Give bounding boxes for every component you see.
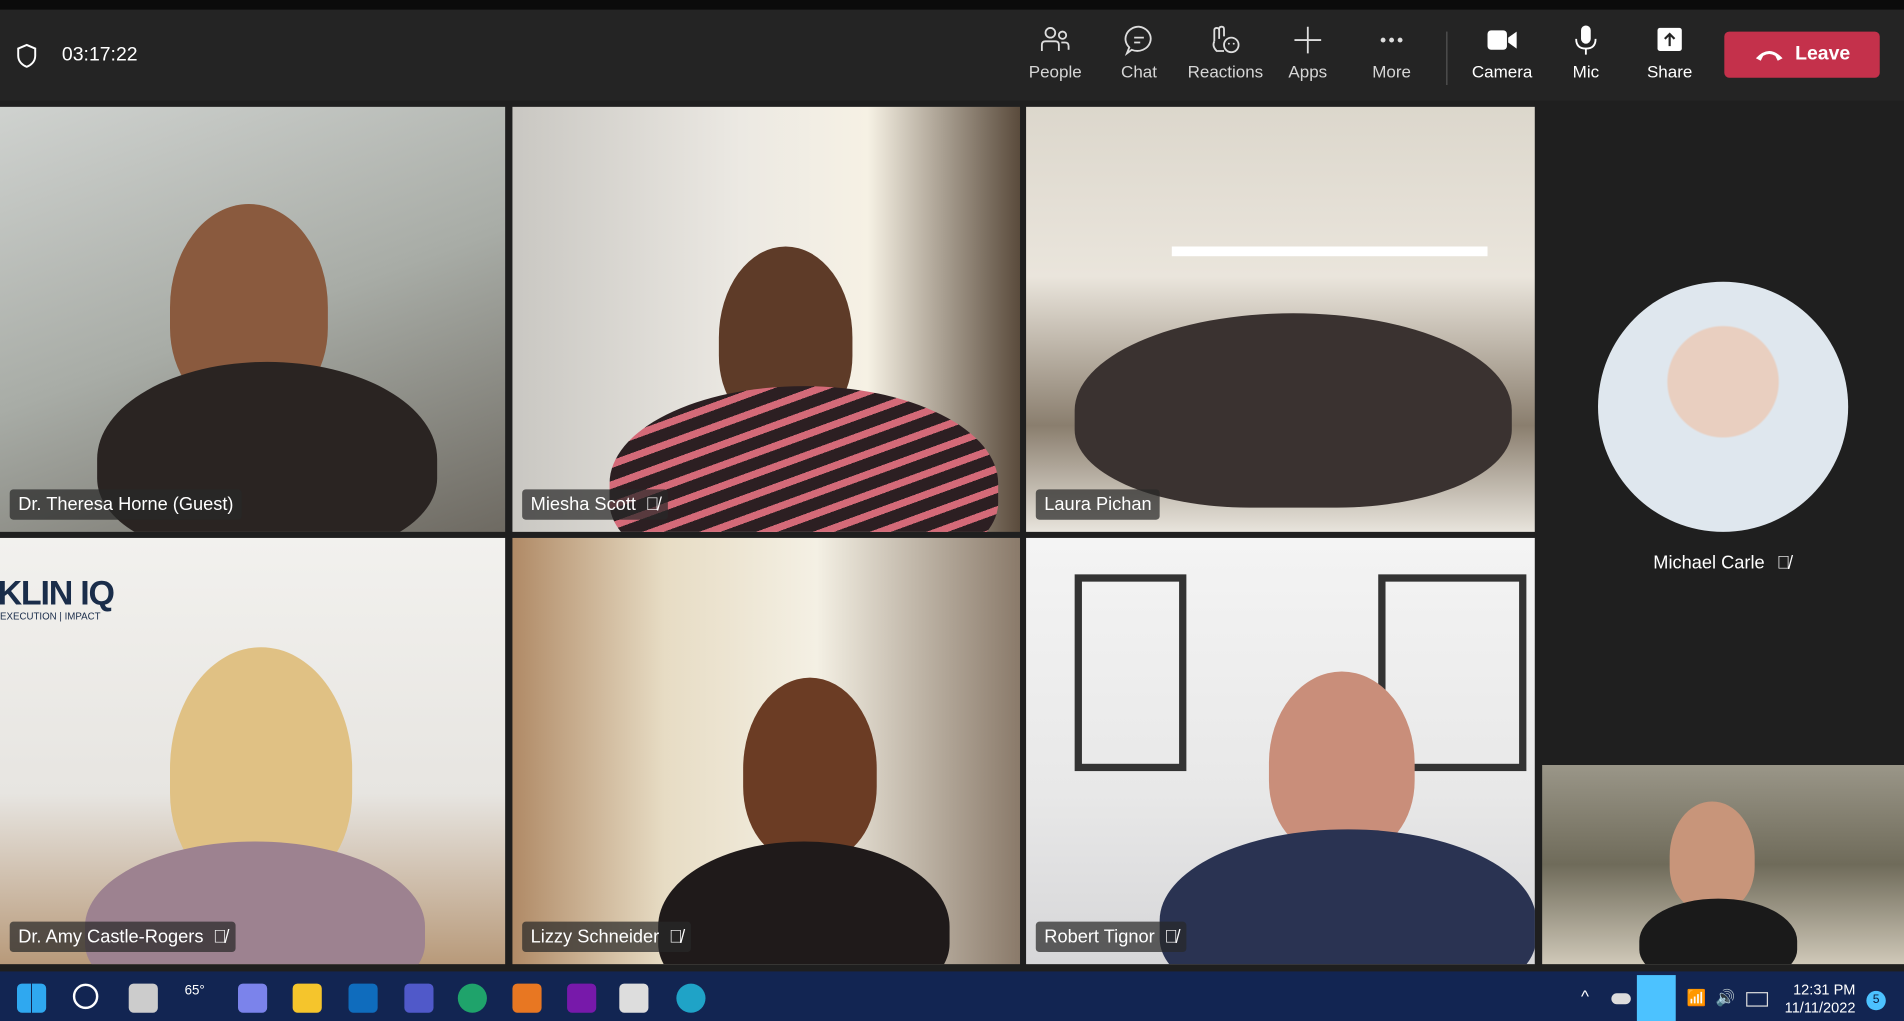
people-button[interactable]: People — [1019, 24, 1092, 81]
clock-date: 11/11/2022 — [1784, 999, 1856, 1017]
participant-name: Dr. Theresa Horne (Guest) — [18, 494, 234, 515]
leave-label: Leave — [1795, 43, 1851, 65]
notification-badge[interactable]: 5 — [1866, 990, 1886, 1011]
participant-name: Dr. Amy Castle-Rogers — [18, 926, 204, 948]
participant-name: Robert Tignor — [1044, 926, 1155, 948]
app-icon[interactable] — [512, 983, 542, 1013]
participant-name-label: Laura Pichan — [1035, 489, 1161, 520]
camera-button[interactable]: Camera — [1466, 24, 1539, 81]
share-icon — [1657, 27, 1682, 52]
participant-name-label: Lizzy Schneider 🎙̸ — [522, 921, 692, 953]
participant-video — [1268, 671, 1415, 854]
meeting-toolbar: 03:17:22 People Chat Reactions Apps More… — [0, 9, 1904, 101]
participant-name: Lizzy Schneider — [530, 926, 660, 948]
mic-button[interactable]: Mic — [1549, 24, 1622, 81]
participant-body — [1159, 829, 1535, 965]
video-tile[interactable]: Miesha Scott 🎙̸ — [512, 106, 1021, 532]
mic-off-icon: 🎙̸ — [668, 926, 683, 948]
ceiling-light — [1171, 246, 1488, 257]
participant-name: Miesha Scott — [530, 494, 636, 515]
share-label: Share — [1646, 61, 1693, 82]
volume-icon[interactable]: 🔊 — [1716, 988, 1736, 1007]
share-button[interactable]: Share — [1633, 24, 1706, 81]
background-logo: KLIN IQ — [0, 574, 115, 613]
mic-off-icon: 🎙̸ — [1164, 926, 1179, 948]
weather-icon[interactable]: 65° — [185, 984, 221, 1013]
video-tile[interactable]: Robert Tignor 🎙̸ — [1026, 537, 1535, 965]
participant-avatar[interactable] — [1598, 281, 1849, 532]
people-icon — [1040, 27, 1070, 52]
start-icon[interactable] — [17, 983, 47, 1013]
wifi-icon[interactable]: 📶 — [1687, 988, 1707, 1007]
chevron-up-icon[interactable]: ^ — [1581, 986, 1589, 1005]
camera-label: Camera — [1471, 61, 1533, 82]
mic-icon — [1575, 25, 1597, 55]
participant-name-label: Robert Tignor 🎙̸ — [1035, 921, 1187, 953]
participant-name: Laura Pichan — [1044, 494, 1152, 515]
plus-icon — [1294, 26, 1322, 54]
window — [1074, 574, 1187, 772]
apps-label: Apps — [1288, 61, 1328, 82]
participant-name-label: Miesha Scott 🎙̸ — [522, 489, 668, 520]
participant-name: Michael Carle — [1653, 552, 1765, 574]
onenote-icon[interactable] — [567, 983, 597, 1013]
participant-body — [609, 386, 999, 532]
people-label: People — [1028, 61, 1082, 82]
task-view-icon[interactable] — [128, 983, 158, 1013]
more-label: More — [1372, 61, 1411, 82]
reactions-button[interactable]: Reactions — [1187, 24, 1264, 82]
teams-icon[interactable] — [404, 983, 434, 1013]
leave-button[interactable]: Leave — [1724, 31, 1880, 78]
participant-body — [1639, 898, 1798, 965]
edge-beta-icon[interactable] — [676, 983, 706, 1013]
apps-button[interactable]: Apps — [1271, 24, 1344, 81]
meeting-timer: 03:17:22 — [61, 44, 138, 66]
participant-video — [1669, 801, 1755, 911]
spotlight-name-label: Michael Carle 🎙̸ — [1579, 553, 1866, 574]
chat-icon — [1124, 25, 1152, 56]
camera-icon — [1487, 30, 1517, 50]
toolbar-divider — [1446, 31, 1448, 86]
more-button[interactable]: More — [1355, 24, 1428, 81]
participant-video — [743, 677, 877, 860]
video-tile[interactable]: Lizzy Schneider 🎙̸ — [512, 537, 1021, 965]
participant-name-label: Dr. Theresa Horne (Guest) — [9, 489, 243, 520]
chat-label: Chat — [1121, 61, 1157, 82]
mic-off-icon: 🎙̸ — [213, 926, 227, 948]
clock-time: 12:31 PM — [1793, 981, 1856, 999]
mic-off-icon: 🎙̸ — [645, 494, 660, 515]
search-icon[interactable] — [72, 983, 99, 1010]
window-top-strip — [0, 0, 1904, 10]
onedrive-icon[interactable] — [1611, 993, 1631, 1005]
chat-button[interactable]: Chat — [1103, 24, 1176, 81]
hang-up-icon — [1756, 51, 1783, 61]
weather-temp: 65° — [184, 983, 205, 999]
snipping-tool-icon[interactable] — [619, 983, 649, 1013]
participant-body — [658, 841, 950, 965]
mic-label: Mic — [1572, 61, 1600, 82]
self-video-tile[interactable] — [1542, 765, 1904, 965]
mic-active-icon[interactable] — [1636, 975, 1676, 1021]
mic-off-icon: 🎙̸ — [1776, 552, 1791, 574]
reactions-label: Reactions — [1187, 61, 1264, 82]
system-clock[interactable]: 12:31 PM 11/11/2022 — [1775, 981, 1856, 1017]
participant-name-label: Dr. Amy Castle-Rogers 🎙̸ — [9, 921, 236, 953]
video-tile[interactable]: KLIN IQ EXECUTION | IMPACT Dr. Amy Castl… — [0, 537, 506, 965]
background-logo-subtext: EXECUTION | IMPACT — [0, 610, 101, 622]
background-logo-text: KLIN IQ — [0, 574, 115, 613]
notification-count: 5 — [1872, 993, 1880, 1007]
shield-icon — [17, 43, 37, 68]
more-icon — [1380, 37, 1403, 43]
outlook-icon[interactable] — [348, 983, 378, 1013]
file-explorer-icon[interactable] — [292, 983, 322, 1013]
video-tile[interactable]: Dr. Theresa Horne (Guest) — [0, 106, 506, 532]
video-tile[interactable]: Laura Pichan — [1026, 106, 1535, 532]
battery-icon[interactable] — [1746, 992, 1769, 1007]
participant-video — [1074, 313, 1512, 508]
teams-chat-icon[interactable] — [238, 983, 268, 1013]
edge-icon[interactable] — [457, 983, 487, 1013]
reactions-icon — [1212, 25, 1240, 54]
